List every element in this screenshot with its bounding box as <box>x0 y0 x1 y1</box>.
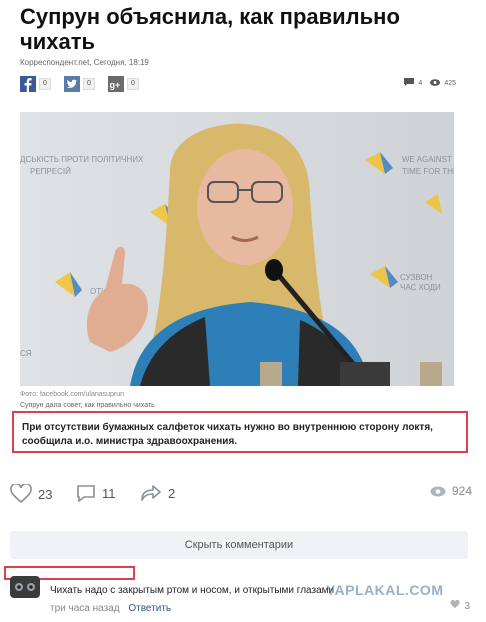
highlighted-quote: При отсутствии бумажных салфеток чихать … <box>12 411 468 453</box>
svg-text:ДСЬКІСТЬ ПРОТИ ПОЛІТИЧНИХ: ДСЬКІСТЬ ПРОТИ ПОЛІТИЧНИХ <box>20 155 144 164</box>
reply-button[interactable]: Ответить <box>128 603 171 614</box>
article-meta: Корреспондент.net, Сегодня, 18:19 <box>20 58 149 67</box>
comments-button-count: 11 <box>102 485 116 501</box>
photo-credit: Фото: facebook.com/ulanasuprun <box>20 391 125 398</box>
views-eye-icon <box>430 486 446 497</box>
googleplus-share-button[interactable]: g+ 0 <box>108 76 139 92</box>
avatar[interactable] <box>10 576 40 598</box>
svg-text:СУЗВОН: СУЗВОН <box>400 273 433 282</box>
share-button[interactable]: 2 <box>140 484 175 502</box>
comment-likes-count: 3 <box>464 600 470 612</box>
share-arrow-icon <box>140 484 162 502</box>
views-indicator: 924 <box>430 484 472 498</box>
svg-text:РЕПРЕСІЙ: РЕПРЕСІЙ <box>30 167 71 176</box>
comments-button[interactable]: 11 <box>76 484 116 502</box>
comments-count: 4 <box>418 79 423 87</box>
comment-time: три часа назад <box>50 603 120 614</box>
comment-meta: три часа назад Ответить <box>50 603 171 614</box>
photo-caption: Супрун дала совет, как правильно чихать <box>20 402 155 409</box>
site-watermark: YAPLAKAL.COM <box>326 582 444 598</box>
quote-text: При отсутствии бумажных салфеток чихать … <box>22 422 433 447</box>
facebook-share-button[interactable]: 0 <box>20 76 51 92</box>
googleplus-share-count: 0 <box>127 78 139 90</box>
svg-text:WE AGAINST PO: WE AGAINST PO <box>402 155 454 164</box>
article-stats: 4 425 <box>404 78 456 88</box>
article-title: Супрун объяснила, как правильно чихать <box>20 4 400 54</box>
twitter-share-count: 0 <box>83 78 95 90</box>
twitter-share-button[interactable]: 0 <box>64 76 95 92</box>
comment-text: Чихать надо с закрытым ртом и носом, и о… <box>50 585 335 596</box>
likes-count: 23 <box>38 486 53 502</box>
heart-icon <box>10 484 32 504</box>
comment-like-button[interactable]: 3 <box>450 599 470 612</box>
svg-text:g+: g+ <box>110 80 121 90</box>
comment-heart-icon <box>450 599 460 612</box>
share-bar: 0 0 g+ 0 4 425 <box>20 76 456 92</box>
comment-icon <box>76 484 96 502</box>
shares-count: 2 <box>168 485 176 501</box>
svg-text:TIME FOR THE: TIME FOR THE <box>402 167 454 176</box>
svg-text:СЯ: СЯ <box>20 349 32 358</box>
twitter-icon <box>64 76 80 92</box>
like-button[interactable]: 23 <box>10 484 52 504</box>
eye-icon <box>430 78 441 88</box>
facebook-share-count: 0 <box>39 78 51 90</box>
post-views-count: 924 <box>451 484 472 498</box>
hide-comments-button[interactable]: Скрыть комментарии <box>10 531 468 559</box>
comment-bubble-icon <box>404 78 415 88</box>
svg-text:ЧАС ХОДИ: ЧАС ХОДИ <box>400 283 441 292</box>
article-photo: ДСЬКІСТЬ ПРОТИ ПОЛІТИЧНИХ РЕПРЕСІЙ WE AG… <box>20 112 454 386</box>
views-count: 425 <box>444 79 456 87</box>
post-actions: 23 11 2 924 <box>10 484 476 504</box>
googleplus-icon: g+ <box>108 76 124 92</box>
facebook-icon <box>20 76 36 92</box>
